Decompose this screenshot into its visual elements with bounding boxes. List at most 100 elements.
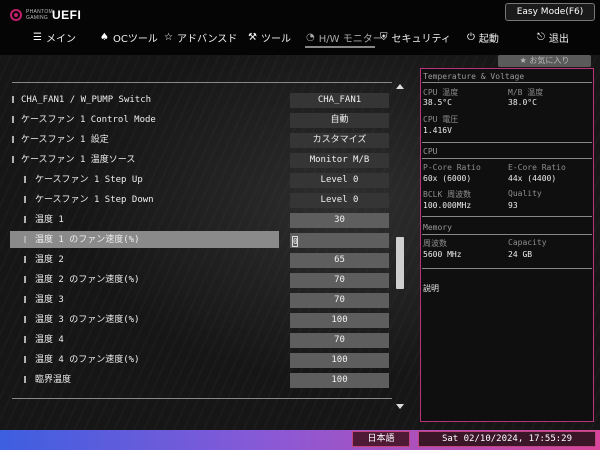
mem-frequency-label: 周波数 [423, 239, 447, 248]
setting-label: ケースファン 1 Step Down [35, 195, 154, 205]
bullet-icon [12, 136, 14, 143]
setting-value-input[interactable]: 70 [290, 293, 389, 308]
cpu-voltage-label: CPU 電圧 [423, 115, 459, 124]
bclk-label: BCLK 周波数 [423, 190, 472, 199]
tab-tools[interactable]: ⚒ ツール [248, 26, 291, 48]
phantom-gaming-logo-icon [10, 9, 22, 21]
cpu-temp-label: CPU 温度 [423, 88, 459, 97]
list-top-divider [12, 82, 392, 83]
monitor-divider [422, 82, 592, 83]
setting-value-dropdown[interactable]: Level 0 [290, 173, 389, 188]
setting-value-input[interactable]: 65 [290, 253, 389, 268]
tab-hw-monitor[interactable]: ◔ H/W モニター [306, 26, 383, 48]
list-bottom-divider [12, 398, 392, 399]
setting-row-temp-1-fan-speed[interactable]: 温度 1 のファン速度(%) 0 [12, 231, 392, 249]
description-label: 説明 [423, 284, 439, 293]
exit-icon: ⎋ [537, 31, 545, 43]
scroll-up-arrow-icon[interactable] [395, 83, 405, 91]
setting-value-dropdown[interactable]: Level 0 [290, 193, 389, 208]
setting-row-control-mode[interactable]: ケースファン 1 Control Mode 自動 [12, 111, 392, 129]
monitor-divider [422, 142, 592, 143]
setting-label: 温度 4 のファン速度(%) [35, 355, 140, 365]
tab-oc-tools[interactable]: ♠ OCツール [100, 26, 158, 48]
brand-logo: PHANTOM GAMING UEFI [10, 6, 81, 24]
setting-value-input[interactable]: 100 [290, 313, 389, 328]
active-tab-underline [305, 46, 375, 48]
bullet-icon [24, 256, 26, 263]
quality-label: Quality [508, 189, 542, 198]
monitor-divider [422, 234, 592, 235]
tab-boot[interactable]: ⏻ 起動 [467, 26, 499, 48]
bullet-icon [24, 336, 26, 343]
setting-value-dropdown[interactable]: 自動 [290, 113, 389, 128]
shield-icon: ⛨ [380, 31, 388, 43]
favorites-button[interactable]: ★ お気に入り [498, 55, 591, 67]
setting-label: 温度 1 のファン速度(%) [35, 235, 140, 245]
datetime-display: Sat 02/10/2024, 17:55:29 [418, 431, 596, 447]
bullet-icon [24, 176, 26, 183]
setting-label: ケースファン 1 Step Up [35, 175, 143, 185]
setting-label: 温度 3 のファン速度(%) [35, 315, 140, 325]
setting-label: 温度 3 [35, 295, 64, 305]
tab-advanced[interactable]: ☆ アドバンスド [164, 26, 237, 48]
cpu-voltage-value: 1.416V [423, 126, 452, 135]
top-bar: PHANTOM GAMING UEFI Easy Mode(F6) ☰ メイン ♠… [0, 0, 600, 55]
setting-row-temp-source[interactable]: ケースファン 1 温度ソース Monitor M/B [12, 151, 392, 169]
setting-row-temp-3-fan-speed[interactable]: 温度 3 のファン速度(%) 100 [12, 311, 392, 329]
bullet-icon [24, 236, 26, 243]
easy-mode-button[interactable]: Easy Mode(F6) [505, 3, 595, 21]
bullet-icon [24, 196, 26, 203]
mb-temp-value: 38.0°C [508, 98, 537, 107]
setting-value-dropdown[interactable]: Monitor M/B [290, 153, 389, 168]
monitor-divider [422, 216, 592, 217]
bullet-icon [24, 376, 26, 383]
list-icon: ☰ [33, 31, 42, 43]
setting-value-input[interactable]: 70 [290, 333, 389, 348]
section-temp-voltage: Temperature & Voltage [423, 72, 525, 81]
setting-value-input[interactable]: 100 [290, 353, 389, 368]
tools-icon: ⚒ [248, 31, 257, 43]
setting-row-temp-2-fan-speed[interactable]: 温度 2 のファン速度(%) 70 [12, 271, 392, 289]
rocket-icon: ♠ [100, 31, 109, 43]
setting-label: CHA_FAN1 / W_PUMP Switch [21, 95, 152, 105]
setting-row-fan-switch[interactable]: CHA_FAN1 / W_PUMP Switch CHA_FAN1 [12, 91, 392, 109]
tab-exit[interactable]: ⎋ 退出 [537, 26, 569, 48]
mem-capacity-value: 24 GB [508, 250, 533, 259]
setting-row-temp-1[interactable]: 温度 1 30 [12, 211, 392, 229]
setting-value-input[interactable]: 70 [290, 273, 389, 288]
setting-row-temp-4-fan-speed[interactable]: 温度 4 のファン速度(%) 100 [12, 351, 392, 369]
cpu-temp-value: 38.5°C [423, 98, 452, 107]
brand-name: PHANTOM GAMING [26, 9, 54, 21]
setting-label: 温度 2 [35, 255, 64, 265]
setting-value-input[interactable]: 30 [290, 213, 389, 228]
setting-value-input-editing[interactable]: 0 [290, 233, 389, 248]
setting-row-fan-setting[interactable]: ケースファン 1 設定 カスタマイズ [12, 131, 392, 149]
text-cursor: 0 [292, 236, 298, 247]
pcore-ratio-label: P-Core Ratio [423, 163, 481, 172]
setting-value-input[interactable]: 100 [290, 373, 389, 388]
setting-row-temp-4[interactable]: 温度 4 70 [12, 331, 392, 349]
scroll-down-arrow-icon[interactable] [395, 403, 405, 411]
setting-row-step-up[interactable]: ケースファン 1 Step Up Level 0 [12, 171, 392, 189]
setting-value-dropdown[interactable]: CHA_FAN1 [290, 93, 389, 108]
language-button[interactable]: 日本語 [352, 431, 410, 447]
scrollbar-thumb[interactable] [396, 237, 404, 289]
setting-row-temp-2[interactable]: 温度 2 65 [12, 251, 392, 269]
setting-row-step-down[interactable]: ケースファン 1 Step Down Level 0 [12, 191, 392, 209]
gauge-icon: ◔ [306, 31, 315, 43]
setting-label: ケースファン 1 設定 [21, 135, 109, 145]
bullet-icon [12, 116, 14, 123]
setting-row-temp-3[interactable]: 温度 3 70 [12, 291, 392, 309]
bclk-value: 100.000MHz [423, 201, 472, 210]
monitor-divider [422, 268, 592, 269]
setting-label: ケースファン 1 Control Mode [21, 115, 156, 125]
bullet-icon [12, 156, 14, 163]
monitor-divider [422, 158, 592, 159]
tab-main[interactable]: ☰ メイン [33, 26, 76, 48]
setting-value-dropdown[interactable]: カスタマイズ [290, 133, 389, 148]
mb-temp-label: M/B 温度 [508, 88, 544, 97]
setting-label: ケースファン 1 温度ソース [21, 155, 136, 165]
tab-security[interactable]: ⛨ セキュリティ [380, 26, 451, 48]
mem-capacity-label: Capacity [508, 238, 547, 247]
setting-row-critical-temp[interactable]: 臨界温度 100 [12, 371, 392, 389]
